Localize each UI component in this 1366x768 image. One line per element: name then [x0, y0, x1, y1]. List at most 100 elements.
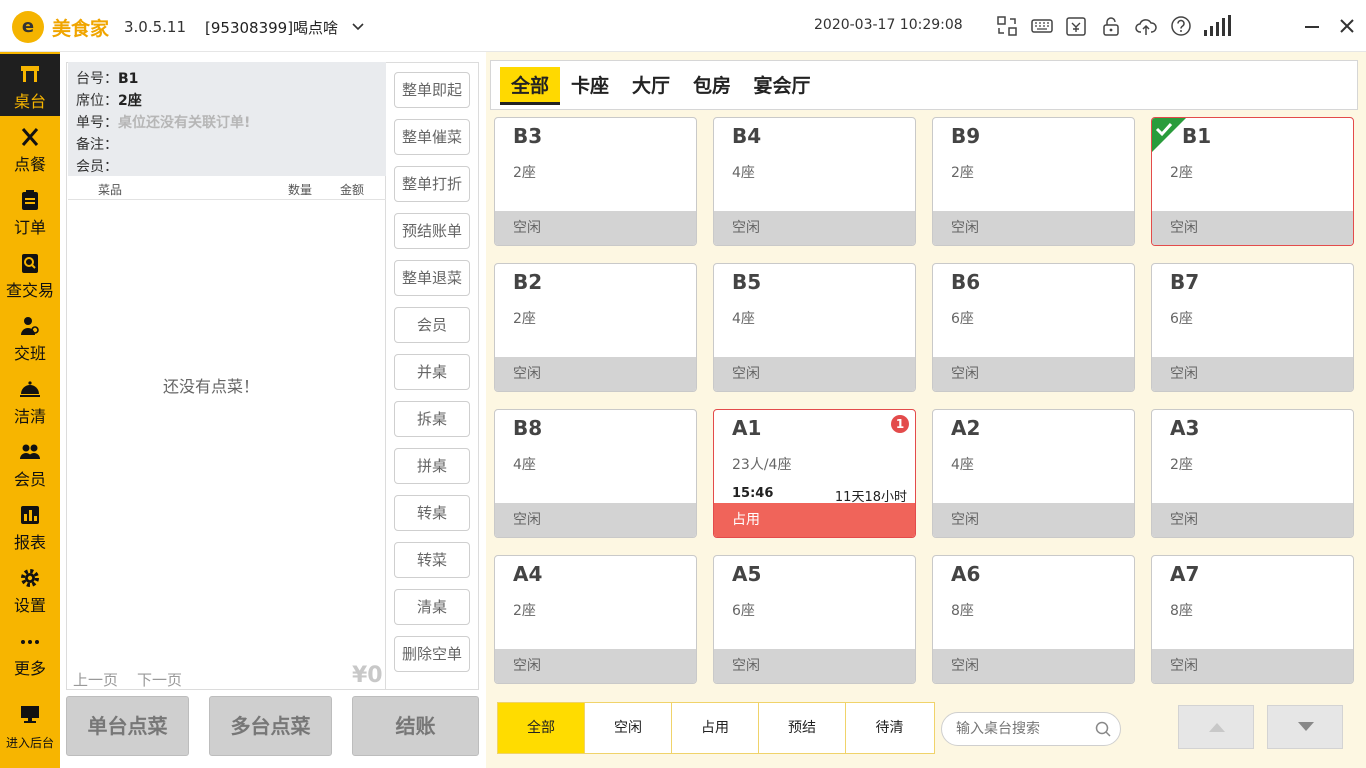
table-name: B8 — [513, 416, 543, 440]
table-name: A4 — [513, 562, 543, 586]
action-prebill-button[interactable]: 预结账单 — [394, 213, 470, 249]
tab-zone-private-room[interactable]: 包房 — [687, 67, 737, 105]
close-icon[interactable] — [1335, 14, 1359, 38]
table-number-value: B1 — [118, 71, 139, 87]
table-seats: 4座 — [732, 165, 755, 181]
shop-selector[interactable]: [95308399]喝点啥 — [205, 17, 338, 38]
minimize-icon[interactable] — [1300, 14, 1324, 38]
sidebar-item-label: 进入后台 — [5, 736, 54, 750]
table-status: 空闲 — [1152, 649, 1353, 683]
sidebar-item-members[interactable]: 会员 — [0, 432, 60, 494]
filter-to-clean[interactable]: 待清 — [846, 703, 933, 753]
single-table-order-button[interactable]: 单台点菜 — [66, 696, 189, 756]
sidebar-item-clean[interactable]: 洁清 — [0, 369, 60, 431]
table-seats: 2座 — [1170, 457, 1193, 473]
table-status: 空闲 — [1152, 211, 1353, 245]
signal-icon — [1204, 15, 1231, 36]
table-card-a1[interactable]: A1 1 23人/4座 15:46 11天18小时 占用 — [713, 409, 916, 538]
monitor-icon — [21, 706, 39, 723]
sidebar-item-transactions[interactable]: 查交易 — [0, 243, 60, 305]
order-number-value: 桌位还没有关联订单! — [118, 115, 251, 131]
action-return-all-button[interactable]: 整单退菜 — [394, 260, 470, 296]
col-amount: 金额 — [340, 183, 365, 197]
table-seats: 2座 — [513, 311, 536, 327]
table-name: B2 — [513, 270, 543, 294]
dish-list-header: 菜品 数量 金额 — [68, 176, 386, 200]
sidebar-item-orders[interactable]: 订单 — [0, 180, 60, 242]
col-dish: 菜品 — [98, 183, 123, 197]
cloud-upload-icon[interactable] — [1135, 15, 1157, 37]
sidebar-item-label: 更多 — [13, 659, 46, 678]
filter-idle[interactable]: 空闲 — [585, 703, 672, 753]
action-start-all-button[interactable]: 整单即起 — [394, 72, 470, 108]
note-label: 备注： — [76, 137, 118, 153]
table-card-a6[interactable]: A6 8座 空闲 — [932, 555, 1135, 684]
sidebar-item-reports[interactable]: 报表 — [0, 495, 60, 557]
tab-zone-banquet[interactable]: 宴会厅 — [747, 67, 817, 105]
action-merge-table-button[interactable]: 并桌 — [394, 354, 470, 390]
sidebar-item-backend[interactable]: 进入后台 — [0, 694, 60, 764]
action-delete-empty-button[interactable]: 删除空单 — [394, 636, 470, 672]
table-card-a7[interactable]: A7 8座 空闲 — [1151, 555, 1354, 684]
table-card-b5[interactable]: B5 4座 空闲 — [713, 263, 916, 392]
table-card-a5[interactable]: A5 6座 空闲 — [713, 555, 916, 684]
action-clear-table-button[interactable]: 清桌 — [394, 589, 470, 625]
gear-icon — [21, 569, 39, 587]
table-icon — [21, 66, 39, 82]
sidebar-item-order-dishes[interactable]: 点餐 — [0, 117, 60, 179]
tab-zone-booth[interactable]: 卡座 — [565, 67, 615, 105]
action-share-table-button[interactable]: 拼桌 — [394, 448, 470, 484]
table-card-b7[interactable]: B7 6座 空闲 — [1151, 263, 1354, 392]
chevron-down-icon[interactable] — [351, 20, 365, 34]
table-card-b4[interactable]: B4 4座 空闲 — [713, 117, 916, 246]
search-icon[interactable] — [1094, 720, 1112, 738]
switch-icon[interactable] — [996, 15, 1018, 37]
tab-zone-hall[interactable]: 大厅 — [626, 67, 676, 105]
table-status: 空闲 — [495, 357, 696, 391]
sidebar-item-more[interactable]: 更多 — [0, 621, 60, 683]
table-number-row: 台号：B1 — [76, 68, 138, 88]
table-name: B1 — [1182, 124, 1212, 148]
lock-icon[interactable] — [1100, 15, 1122, 37]
seat-value: 2座 — [118, 93, 142, 109]
table-card-b9[interactable]: B9 2座 空闲 — [932, 117, 1135, 246]
table-name: B9 — [951, 124, 981, 148]
filter-all[interactable]: 全部 — [498, 703, 585, 753]
keyboard-icon[interactable] — [1031, 15, 1053, 37]
member-row: 会员： — [76, 156, 118, 176]
action-transfer-dish-button[interactable]: 转菜 — [394, 542, 470, 578]
sidebar-item-shift[interactable]: 交班 — [0, 306, 60, 368]
app-name: 美食家 — [52, 18, 110, 40]
page-up-button[interactable] — [1178, 705, 1254, 749]
checkout-button[interactable]: 结账 — [352, 696, 479, 756]
arrow-down-icon — [1298, 722, 1314, 731]
cash-drawer-icon[interactable] — [1065, 15, 1087, 37]
action-discount-all-button[interactable]: 整单打折 — [394, 166, 470, 202]
action-transfer-table-button[interactable]: 转桌 — [394, 495, 470, 531]
sidebar-item-tables[interactable]: 桌台 — [0, 54, 60, 116]
table-card-a2[interactable]: A2 4座 空闲 — [932, 409, 1135, 538]
order-actions: 整单即起 整单催菜 整单打折 预结账单 整单退菜 会员 并桌 拆桌 拼桌 转桌 … — [386, 62, 479, 690]
filter-prebilled[interactable]: 预结 — [759, 703, 846, 753]
multi-table-order-button[interactable]: 多台点菜 — [209, 696, 332, 756]
table-card-b1[interactable]: B1 2座 空闲 — [1151, 117, 1354, 246]
table-card-b6[interactable]: B6 6座 空闲 — [932, 263, 1135, 392]
prev-page-link[interactable]: 上一页 — [73, 669, 118, 690]
table-card-b3[interactable]: B3 2座 空闲 — [494, 117, 697, 246]
sidebar-item-label: 查交易 — [5, 281, 54, 300]
page-down-button[interactable] — [1267, 705, 1343, 749]
action-split-table-button[interactable]: 拆桌 — [394, 401, 470, 437]
next-page-link[interactable]: 下一页 — [137, 669, 182, 690]
tab-zone-all[interactable]: 全部 — [500, 67, 560, 105]
sidebar-item-label: 订单 — [13, 218, 46, 237]
table-card-b2[interactable]: B2 2座 空闲 — [494, 263, 697, 392]
table-card-a3[interactable]: A3 2座 空闲 — [1151, 409, 1354, 538]
sidebar-item-settings[interactable]: 设置 — [0, 558, 60, 620]
action-rush-all-button[interactable]: 整单催菜 — [394, 119, 470, 155]
table-card-b8[interactable]: B8 4座 空闲 — [494, 409, 697, 538]
filter-occupied[interactable]: 占用 — [672, 703, 759, 753]
help-icon[interactable] — [1170, 15, 1192, 37]
action-member-button[interactable]: 会员 — [394, 307, 470, 343]
table-seats: 2座 — [513, 165, 536, 181]
table-card-a4[interactable]: A4 2座 空闲 — [494, 555, 697, 684]
